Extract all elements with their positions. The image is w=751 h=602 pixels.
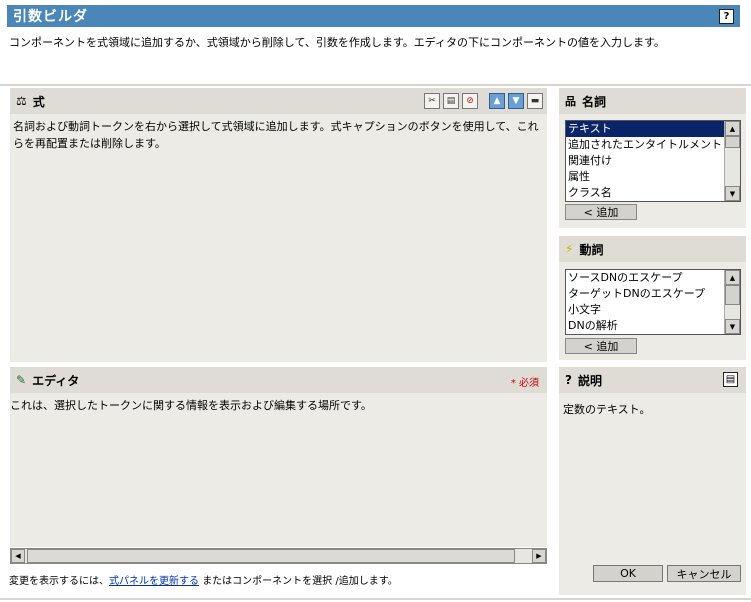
list-item[interactable]: テキスト: [566, 121, 740, 137]
nouns-icon: 品: [565, 95, 576, 108]
scroll-up-icon[interactable]: ▲: [725, 270, 740, 285]
list-item[interactable]: 小文字: [566, 302, 740, 318]
nouns-listbox[interactable]: テキスト 追加されたエンタイトルメント 関連付け 属性 クラス名 ▲ ▼: [565, 120, 741, 202]
question-icon: ?: [565, 373, 572, 387]
editor-header: ✎ エディタ * 必須: [10, 367, 547, 393]
footer-suffix: またはコンポーネントを選択 /追加します。: [202, 576, 398, 587]
scroll-thumb[interactable]: [725, 285, 740, 305]
expression-toolbar: ✂ ▤ ⊘ ▲ ▼ ▬: [424, 93, 543, 109]
scroll-right-icon[interactable]: ▶: [532, 549, 546, 563]
list-item[interactable]: ソースDNのエスケープ: [566, 270, 740, 286]
ok-button[interactable]: OK: [593, 565, 663, 582]
list-item[interactable]: ターゲットDNのエスケープ: [566, 286, 740, 302]
scroll-left-icon[interactable]: ◀: [11, 549, 25, 563]
scroll-down-icon[interactable]: ▼: [725, 186, 740, 201]
help-icon[interactable]: ?: [719, 8, 734, 24]
verbs-listbox[interactable]: ソースDNのエスケープ ターゲットDNのエスケープ 小文字 DNの解析 ▲ ▼: [565, 269, 741, 335]
verbs-header: ⚡ 動詞: [559, 236, 746, 262]
editor-hscrollbar[interactable]: ◀ ▶: [10, 548, 547, 564]
list-item[interactable]: 関連付け: [566, 153, 740, 169]
intro-text: コンポーネントを式領域に追加するか、式領域から削除して、引数を作成します。エディ…: [9, 36, 665, 49]
explanation-text: 定数のテキスト。: [563, 403, 651, 416]
cancel-button[interactable]: キャンセル: [667, 565, 741, 582]
move-down-icon[interactable]: ▼: [508, 93, 524, 109]
expression-panel: ⚖ 式 ✂ ▤ ⊘ ▲ ▼ ▬ 名詞および動詞トークンを右から選択して式領域に追…: [10, 88, 547, 362]
verbs-heading: 動詞: [579, 242, 604, 257]
expression-heading: 式: [32, 94, 45, 109]
copy-icon[interactable]: ▤: [443, 93, 459, 109]
nouns-header: 品 名詞: [559, 88, 746, 114]
explanation-heading: 説明: [577, 373, 602, 388]
delete-icon[interactable]: ⊘: [462, 93, 478, 109]
expression-icon: ⚖: [16, 94, 27, 108]
footer-note: 変更を表示するには、式パネルを更新する またはコンポーネントを選択 /追加します…: [9, 572, 398, 587]
nouns-scrollbar[interactable]: ▲ ▼: [724, 121, 740, 201]
editor-panel: ✎ エディタ * 必須 これは、選択したトークンに関する情報を表示および編集する…: [10, 367, 547, 547]
scroll-thumb[interactable]: [725, 136, 740, 148]
cut-icon[interactable]: ✂: [424, 93, 440, 109]
list-item[interactable]: DNの解析: [566, 318, 740, 334]
explanation-panel: ? 説明 ▤ 定数のテキスト。: [559, 367, 746, 595]
scroll-thumb[interactable]: [27, 549, 515, 563]
editor-heading: エディタ: [32, 373, 80, 388]
info-icon[interactable]: ▤: [723, 372, 738, 387]
lightning-icon: ⚡: [565, 242, 574, 256]
bottom-divider: [0, 598, 751, 600]
scroll-down-icon[interactable]: ▼: [725, 319, 740, 334]
list-item[interactable]: 追加されたエンタイトルメント: [566, 137, 740, 153]
verbs-scrollbar[interactable]: ▲ ▼: [724, 270, 740, 334]
required-label: * 必須: [510, 378, 539, 389]
expression-header: ⚖ 式 ✂ ▤ ⊘ ▲ ▼ ▬: [10, 88, 547, 114]
scroll-up-icon[interactable]: ▲: [725, 121, 740, 136]
explanation-header: ? 説明 ▤: [559, 367, 746, 393]
refresh-expression-link[interactable]: 式パネルを更新する: [109, 576, 199, 587]
nouns-panel: 品 名詞 テキスト 追加されたエンタイトルメント 関連付け 属性 クラス名 ▲ …: [559, 88, 746, 228]
footer-prefix: 変更を表示するには、: [9, 576, 109, 587]
nouns-add-button[interactable]: < 追加: [565, 204, 637, 220]
pencil-icon: ✎: [16, 373, 27, 387]
divider: [0, 84, 751, 86]
nouns-heading: 名詞: [582, 94, 607, 109]
title-bar: 引数ビルダ ?: [7, 5, 740, 27]
page-title: 引数ビルダ: [13, 9, 88, 25]
expression-description: 名詞および動詞トークンを右から選択して式領域に追加します。式キャプションのボタン…: [13, 120, 539, 150]
move-up-icon[interactable]: ▲: [489, 93, 505, 109]
collapse-icon[interactable]: ▬: [527, 93, 543, 109]
list-item[interactable]: クラス名: [566, 185, 740, 201]
verbs-add-button[interactable]: < 追加: [565, 338, 637, 354]
verbs-panel: ⚡ 動詞 ソースDNのエスケープ ターゲットDNのエスケープ 小文字 DNの解析…: [559, 236, 746, 360]
list-item[interactable]: 属性: [566, 169, 740, 185]
editor-description: これは、選択したトークンに関する情報を表示および編集する場所です。: [10, 399, 372, 412]
